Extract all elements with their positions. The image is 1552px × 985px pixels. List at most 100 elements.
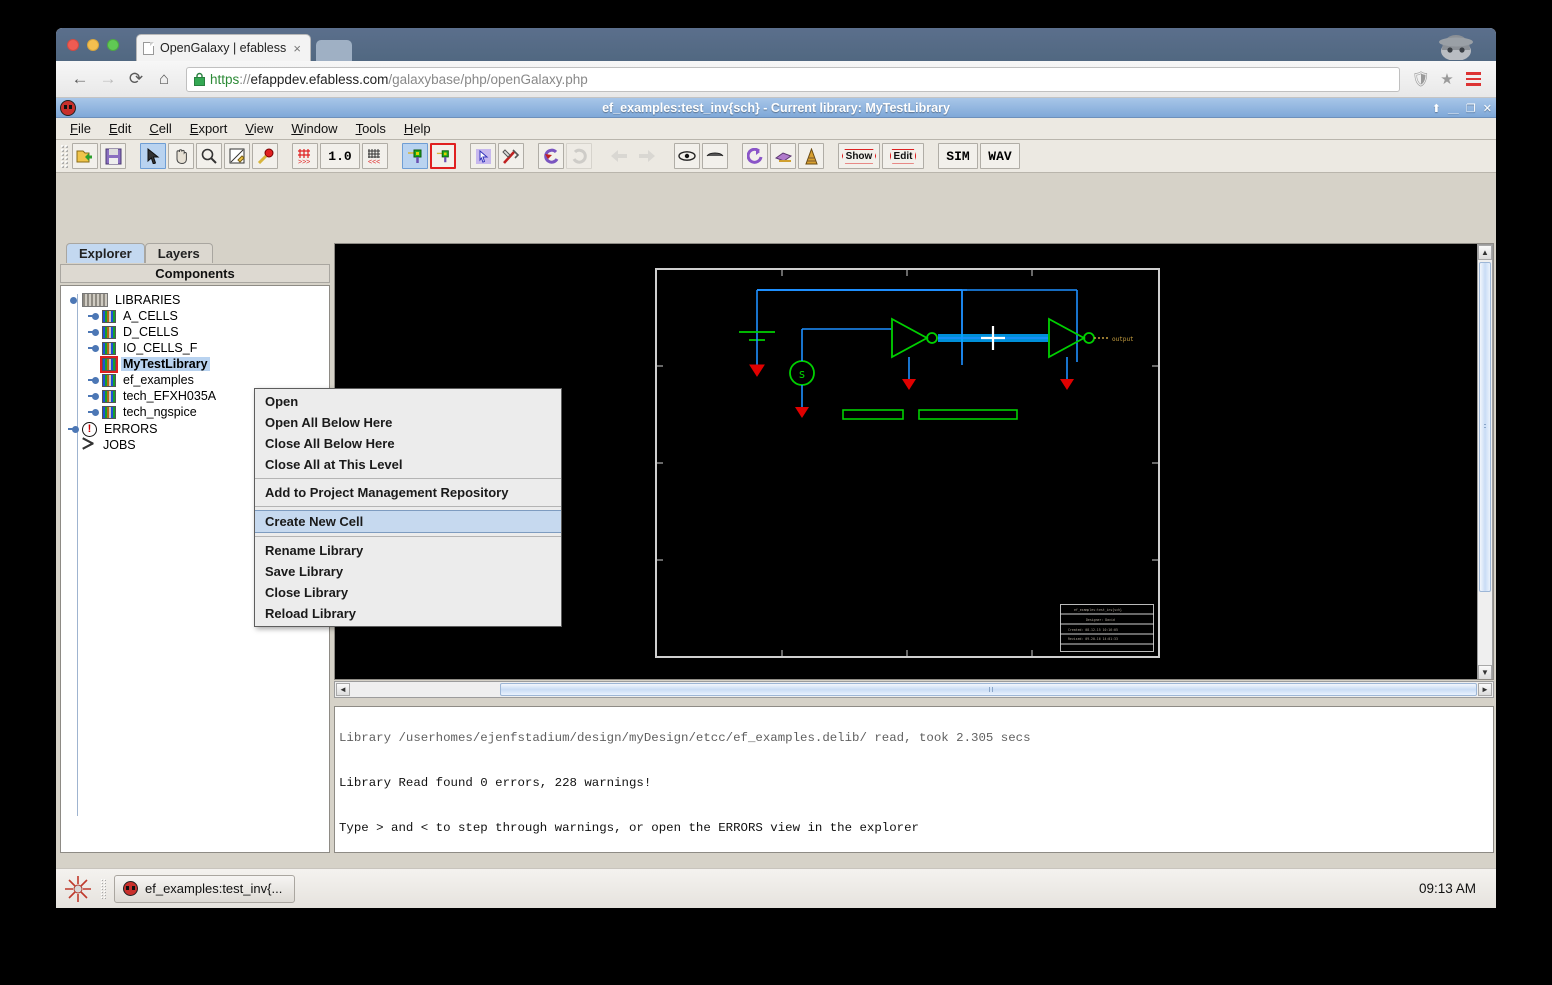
home-button[interactable]: ⌂: [150, 65, 178, 93]
hide-icon[interactable]: [702, 143, 728, 169]
shield-icon[interactable]: 🛡: [1408, 70, 1434, 88]
pan-hand-icon[interactable]: [168, 143, 194, 169]
menu-edit[interactable]: Edit: [101, 119, 139, 138]
svg-text:Designer: David: Designer: David: [1086, 618, 1115, 622]
marker-pin-icon[interactable]: [252, 143, 278, 169]
back-button[interactable]: ←: [66, 65, 94, 93]
app-maximize-button[interactable]: ❐: [1466, 102, 1476, 115]
hamburger-menu-icon[interactable]: [1460, 72, 1486, 86]
menu-save-library[interactable]: Save Library: [255, 561, 561, 582]
menu-create-new-cell[interactable]: Create New Cell: [255, 510, 561, 533]
redo-arc-icon[interactable]: [566, 143, 592, 169]
special-select-icon[interactable]: [470, 143, 496, 169]
menu-window[interactable]: Window: [283, 119, 345, 138]
expander-icon[interactable]: [87, 390, 100, 403]
menu-reload-library[interactable]: Reload Library: [255, 603, 561, 624]
new-tab-button[interactable]: [316, 40, 352, 61]
close-icon[interactable]: ×: [290, 41, 304, 56]
back-arrow-icon[interactable]: [606, 143, 632, 169]
app-minimize-button[interactable]: ＿: [1448, 100, 1459, 116]
grid-increase-icon[interactable]: >>>: [292, 143, 318, 169]
outline-edit-icon[interactable]: [224, 143, 250, 169]
layer-stack-icon[interactable]: [770, 143, 796, 169]
menu-cell[interactable]: Cell: [141, 119, 179, 138]
library-context-menu[interactable]: Open Open All Below Here Close All Below…: [254, 388, 562, 627]
expander-icon[interactable]: [87, 406, 100, 419]
window-minimize-button[interactable]: [87, 39, 99, 51]
menu-add-to-project-management-repository[interactable]: Add to Project Management Repository: [255, 482, 561, 503]
taskbar-grip[interactable]: [100, 877, 106, 900]
star-icon[interactable]: ★: [1434, 70, 1460, 88]
expander-icon[interactable]: [87, 310, 100, 323]
expander-icon[interactable]: [87, 374, 100, 387]
app-close-button[interactable]: ✕: [1483, 102, 1492, 115]
window-maximize-button[interactable]: [107, 39, 119, 51]
port-objects-icon[interactable]: [402, 143, 428, 169]
grid-size-value[interactable]: 1.0: [320, 143, 360, 169]
scroll-up-arrow-icon[interactable]: ▲: [1478, 245, 1492, 260]
expander-icon[interactable]: [87, 326, 100, 339]
wav-button[interactable]: WAV: [980, 143, 1020, 169]
sim-button[interactable]: SIM: [938, 143, 978, 169]
tree-item-mytestlibrary[interactable]: MyTestLibrary: [61, 355, 329, 373]
expander-icon[interactable]: [67, 423, 80, 436]
scroll-down-arrow-icon[interactable]: ▼: [1478, 665, 1492, 679]
port-objects-red-icon[interactable]: [430, 143, 456, 169]
menu-close-all-at-this-level[interactable]: Close All at This Level: [255, 454, 561, 475]
menu-rename-library[interactable]: Rename Library: [255, 540, 561, 561]
vertical-scrollbar-thumb[interactable]: [1479, 262, 1491, 592]
zoom-magnifier-icon[interactable]: [196, 143, 222, 169]
scroll-right-arrow-icon[interactable]: ►: [1478, 683, 1492, 696]
expander-icon[interactable]: [87, 358, 100, 371]
incognito-avatar-icon: [1439, 35, 1473, 60]
message-console[interactable]: Library /userhomes/ejenfstadium/design/m…: [334, 706, 1494, 853]
wiring-tools-icon[interactable]: [498, 143, 524, 169]
menu-file[interactable]: File: [62, 119, 99, 138]
menu-export[interactable]: Export: [182, 119, 236, 138]
browser-navbar: ← → ⟳ ⌂ https :// efappdev.efabless.com …: [56, 61, 1496, 98]
components-header: Components: [60, 264, 330, 283]
browser-tab[interactable]: OpenGalaxy | efabless ×: [136, 34, 311, 61]
undo-arc-icon[interactable]: [538, 143, 564, 169]
menu-open[interactable]: Open: [255, 391, 561, 412]
application-starter-icon[interactable]: [64, 875, 92, 903]
tab-layers[interactable]: Layers: [144, 243, 213, 263]
menu-close-all-below-here[interactable]: Close All Below Here: [255, 433, 561, 454]
tree-item-libraries[interactable]: LIBRARIES: [61, 292, 329, 308]
show-button[interactable]: Show: [838, 143, 880, 169]
canvas-horizontal-scrollbar[interactable]: ◄ ►: [334, 681, 1494, 698]
horizontal-scrollbar-thumb[interactable]: [500, 683, 1477, 696]
toolbar-grip[interactable]: [60, 144, 68, 168]
forward-button[interactable]: →: [94, 65, 122, 93]
menu-view[interactable]: View: [237, 119, 281, 138]
expander-icon[interactable]: [87, 342, 100, 355]
menu-open-all-below-here[interactable]: Open All Below Here: [255, 412, 561, 433]
window-close-button[interactable]: [67, 39, 79, 51]
tree-item-io-cells-f[interactable]: IO_CELLS_F: [61, 340, 329, 356]
grid-decrease-icon[interactable]: <<<: [362, 143, 388, 169]
forward-arrow-icon[interactable]: [634, 143, 660, 169]
save-library-icon[interactable]: [100, 143, 126, 169]
open-library-icon[interactable]: [72, 143, 98, 169]
app-rollup-button[interactable]: ⬆: [1432, 102, 1441, 115]
menu-close-library[interactable]: Close Library: [255, 582, 561, 603]
reload-button[interactable]: ⟳: [122, 65, 150, 93]
address-bar[interactable]: https :// efappdev.efabless.com /galaxyb…: [186, 66, 1400, 92]
show-button-label: Show: [841, 148, 877, 164]
expander-icon[interactable]: [67, 294, 80, 307]
tree-item-d-cells[interactable]: D_CELLS: [61, 324, 329, 340]
taskbar-window-button[interactable]: ef_examples:test_inv{...: [114, 874, 296, 903]
select-arrow-icon[interactable]: [140, 143, 166, 169]
rotate-icon[interactable]: [742, 143, 768, 169]
peek-icon[interactable]: [674, 143, 700, 169]
tree-item-ef-examples[interactable]: ef_examples: [61, 372, 329, 388]
tree-item-a-cells[interactable]: A_CELLS: [61, 308, 329, 324]
scroll-left-arrow-icon[interactable]: ◄: [336, 683, 350, 696]
menu-tools[interactable]: Tools: [348, 119, 394, 138]
canvas-vertical-scrollbar[interactable]: ▲ ▼: [1477, 244, 1493, 679]
3d-view-icon[interactable]: [798, 143, 824, 169]
tree-item-label: ef_examples: [123, 373, 194, 387]
edit-button[interactable]: Edit: [882, 143, 924, 169]
tab-explorer[interactable]: Explorer: [66, 243, 145, 263]
menu-help[interactable]: Help: [396, 119, 439, 138]
